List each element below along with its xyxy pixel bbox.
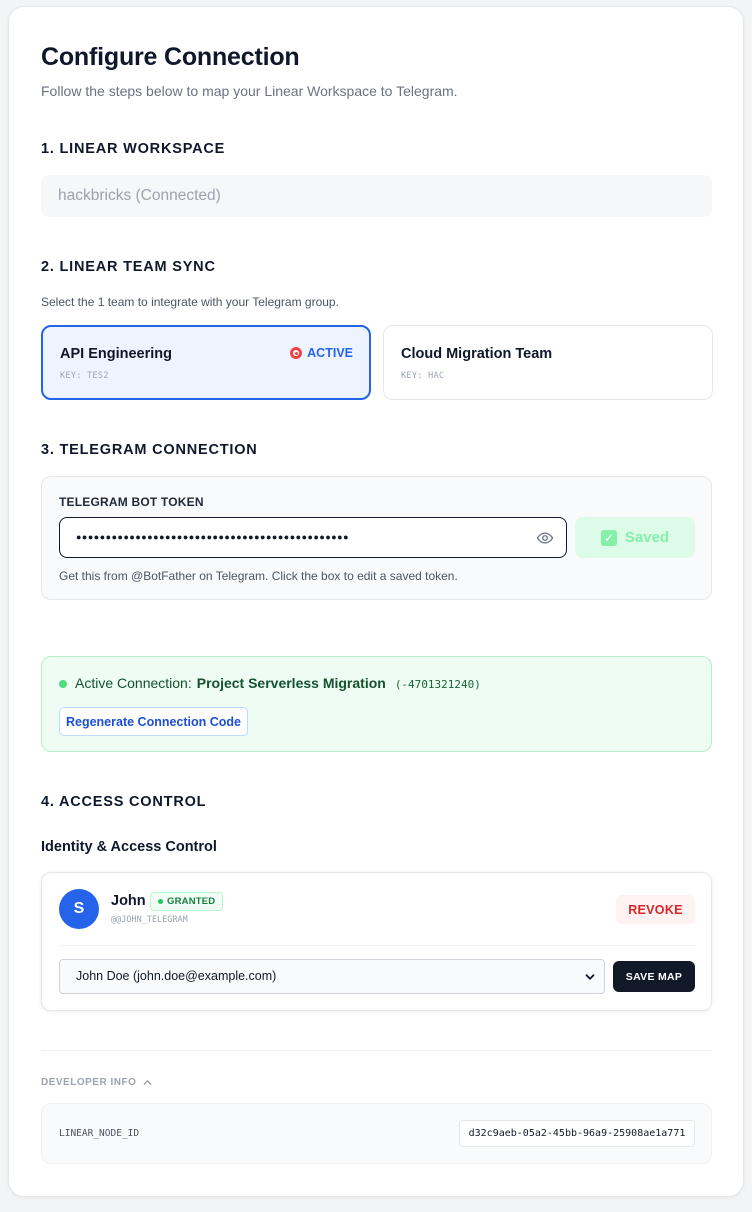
user-mapping-value: John Doe (john.doe@example.com): [76, 969, 277, 983]
eye-icon[interactable]: [536, 529, 554, 547]
user-name: John: [111, 893, 146, 909]
check-icon: ✓: [600, 529, 617, 546]
configure-connection-card: Configure Connection Follow the steps be…: [8, 6, 744, 1197]
section-heading-access: 4. ACCESS CONTROL: [41, 794, 207, 810]
team-name: API Engineering: [60, 346, 172, 362]
workspace-field: hackbricks (Connected): [41, 175, 712, 217]
bot-token-input[interactable]: ●●●●●●●●●●●●●●●●●●●●●●●●●●●●●●●●●●●●●●●●…: [59, 517, 567, 558]
chevron-up-icon: [143, 1080, 152, 1085]
regenerate-connection-button[interactable]: Regenerate Connection Code: [59, 707, 248, 736]
team-card-cloud-migration[interactable]: Cloud Migration Team KEY: HAC: [383, 325, 713, 400]
section-heading-telegram: 3. TELEGRAM CONNECTION: [41, 442, 258, 458]
identity-access-heading: Identity & Access Control: [41, 839, 217, 855]
connection-name: Project Serverless Migration: [196, 675, 386, 691]
token-label: TELEGRAM BOT TOKEN: [59, 495, 204, 509]
telegram-token-panel: TELEGRAM BOT TOKEN ●●●●●●●●●●●●●●●●●●●●●…: [41, 476, 712, 600]
developer-info-toggle[interactable]: DEVELOPER INFO: [41, 1077, 152, 1088]
page-subtitle: Follow the steps below to map your Linea…: [41, 83, 458, 99]
node-id-label: LINEAR_NODE_ID: [59, 1128, 140, 1139]
granted-dot-icon: [158, 899, 163, 904]
connection-status-dot: [59, 680, 67, 688]
team-name: Cloud Migration Team: [401, 346, 553, 362]
connection-chat-id: (-4701321240): [394, 678, 481, 691]
section-heading-workspace: 1. LINEAR WORKSPACE: [41, 141, 226, 157]
team-sync-help: Select the 1 team to integrate with your…: [41, 295, 339, 309]
team-key: KEY: HAC: [401, 371, 445, 381]
save-map-button[interactable]: SAVE MAP: [613, 961, 695, 992]
revoke-button[interactable]: REVOKE: [616, 895, 695, 924]
developer-info-panel: LINEAR_NODE_ID d32c9aeb-05a2-45bb-96a9-2…: [41, 1103, 712, 1164]
granted-label: GRANTED: [167, 896, 216, 907]
team-card-api-engineering[interactable]: API Engineering KEY: TES2 ACTIVE: [41, 325, 371, 400]
section-heading-team-sync: 2. LINEAR TEAM SYNC: [41, 259, 216, 275]
team-key: KEY: TES2: [60, 371, 109, 381]
page-title: Configure Connection: [41, 43, 300, 71]
connection-label: Active Connection:: [75, 675, 192, 691]
telegram-handle: @@JOHN_TELEGRAM: [111, 915, 188, 925]
target-icon: [290, 347, 303, 359]
developer-info-label: DEVELOPER INFO: [41, 1077, 137, 1088]
chevron-down-icon: [585, 974, 595, 980]
active-badge: ACTIVE: [290, 346, 353, 360]
granted-badge: GRANTED: [150, 892, 224, 911]
active-badge-label: ACTIVE: [307, 346, 353, 360]
divider: [59, 945, 695, 946]
node-id-value[interactable]: d32c9aeb-05a2-45bb-96a9-25908ae1a771: [459, 1120, 695, 1147]
token-help: Get this from @BotFather on Telegram. Cl…: [59, 569, 458, 583]
user-mapping-select[interactable]: John Doe (john.doe@example.com): [59, 959, 605, 994]
saved-label: Saved: [624, 529, 670, 546]
bot-token-value: ●●●●●●●●●●●●●●●●●●●●●●●●●●●●●●●●●●●●●●●●…: [76, 532, 350, 542]
avatar: S: [59, 889, 99, 929]
divider: [41, 1050, 712, 1051]
saved-button[interactable]: ✓ Saved: [575, 517, 695, 558]
active-connection-panel: Active Connection: Project Serverless Mi…: [41, 656, 712, 752]
connection-line: Active Connection: Project Serverless Mi…: [75, 675, 481, 691]
user-access-card: S John GRANTED @@JOHN_TELEGRAM REVOKE Jo…: [41, 872, 712, 1011]
